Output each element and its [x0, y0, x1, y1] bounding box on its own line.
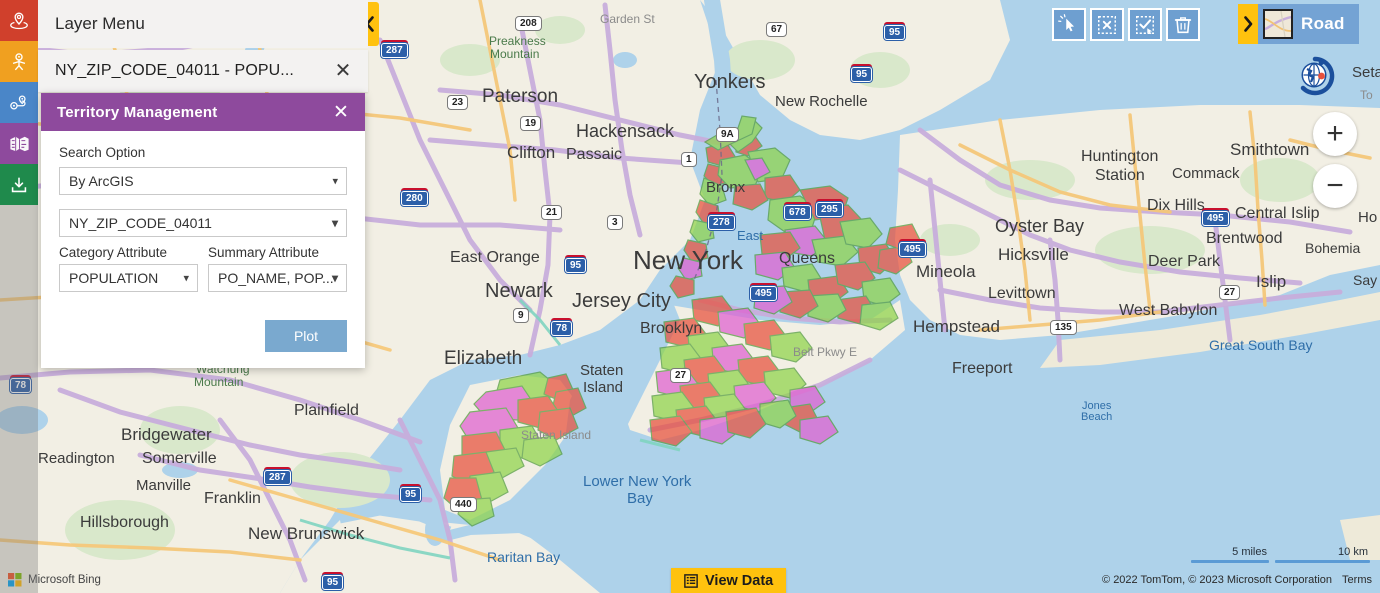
rail-item-location-pin[interactable]: [0, 0, 38, 41]
select-confirm-tool-button[interactable]: [1128, 8, 1162, 41]
territory-management-dialog: Territory Management ✕ Search Option By …: [41, 93, 365, 368]
tool-rail: [0, 0, 38, 593]
layer-item-close-icon[interactable]: ✕: [330, 58, 356, 84]
chevron-down-icon: ▾: [332, 175, 338, 188]
rail-item-territory[interactable]: [0, 123, 38, 164]
download-icon: [11, 177, 27, 192]
rail-background: [0, 205, 38, 593]
dataset-select[interactable]: NY_ZIP_CODE_04011 ▾: [59, 209, 347, 237]
view-data-label: View Data: [705, 572, 774, 589]
basemap-label: Road: [1301, 14, 1345, 33]
select-confirm-icon: [1136, 15, 1154, 34]
map-application: Preakness Mountain Yonkers New Rochelle Pate…: [0, 0, 1380, 593]
basemap-preview-icon: [1265, 11, 1291, 37]
map-tool-group: [1052, 8, 1200, 41]
select-click-tool-button[interactable]: [1052, 8, 1086, 41]
chevron-down-icon: ▾: [331, 271, 338, 285]
chevron-right-icon: [1244, 16, 1253, 32]
category-attribute-value: POPULATION: [69, 270, 159, 286]
map-pin-icon: [10, 12, 28, 29]
terms-link[interactable]: Terms: [1342, 574, 1372, 586]
scale-miles-bar: [1191, 560, 1269, 563]
plot-button[interactable]: Plot: [265, 320, 347, 352]
rail-item-routing[interactable]: [0, 82, 38, 123]
scale-km-bar: [1275, 560, 1370, 563]
basemap-thumbnail: [1263, 9, 1293, 39]
layer-item-label: NY_ZIP_CODE_04011 - POPU...: [55, 62, 294, 79]
territory-dialog-body: Search Option By ArcGIS ▾ NY_ZIP_CODE_04…: [41, 131, 365, 306]
scale-miles-label: 5 miles: [1232, 546, 1267, 558]
zoom-out-button[interactable]: −: [1313, 164, 1357, 208]
territory-dialog-close-icon[interactable]: ✕: [327, 98, 355, 126]
category-attribute-label: Category Attribute: [59, 245, 168, 260]
summary-attribute-label: Summary Attribute: [208, 245, 320, 260]
layer-menu-header: Layer Menu: [38, 0, 368, 48]
territory-dialog-title: Territory Management: [57, 103, 218, 121]
dataset-value: NY_ZIP_CODE_04011: [69, 215, 212, 231]
clear-selection-tool-button[interactable]: [1090, 8, 1124, 41]
rail-item-download[interactable]: [0, 164, 38, 205]
basemap-expand-icon[interactable]: [1238, 4, 1258, 44]
scale-km: 10 km: [1275, 546, 1370, 563]
rail-item-customer[interactable]: [0, 41, 38, 82]
search-option-value: By ArcGIS: [69, 173, 134, 189]
delete-tool-button[interactable]: [1166, 8, 1200, 41]
search-option-label: Search Option: [59, 145, 146, 160]
category-attribute-group: Category Attribute POPULATION ▾: [59, 245, 198, 292]
person-icon: [12, 52, 26, 70]
attribution-text: © 2022 TomTom, © 2023 Microsoft Corporat…: [1102, 574, 1333, 586]
zoom-in-label: +: [1326, 117, 1344, 150]
map-attribution: © 2022 TomTom, © 2023 Microsoft Corporat…: [1102, 574, 1372, 586]
layer-menu-panel: Layer Menu NY_ZIP_CODE_04011 - POPU... ✕: [38, 0, 368, 92]
bing-label: Microsoft Bing: [28, 574, 101, 586]
reset-view-button[interactable]: [1294, 55, 1336, 97]
search-option-select[interactable]: By ArcGIS ▾: [59, 167, 347, 195]
select-click-icon: [1058, 13, 1075, 31]
scale-bar: 5 miles 10 km: [1191, 546, 1370, 563]
territory-dialog-footer: Plot: [41, 306, 365, 368]
zoom-out-label: −: [1326, 169, 1344, 202]
scale-km-label: 10 km: [1338, 546, 1368, 558]
delete-icon: [1174, 16, 1192, 33]
globe-reset-icon: [1300, 56, 1335, 96]
table-icon: [684, 573, 698, 588]
territory-dialog-header: Territory Management ✕: [41, 93, 365, 131]
view-data-button[interactable]: View Data: [671, 568, 787, 593]
category-attribute-select[interactable]: POPULATION ▾: [59, 264, 198, 292]
basemap-selector[interactable]: Road: [1238, 4, 1359, 44]
chevron-down-icon: ▾: [183, 272, 189, 285]
summary-attribute-group: Summary Attribute PO_NAME, POP... ▾: [208, 245, 347, 292]
clear-selection-icon: [1098, 15, 1116, 34]
layer-list-item[interactable]: NY_ZIP_CODE_04011 - POPU... ✕: [38, 50, 368, 92]
scale-miles: 5 miles: [1191, 546, 1269, 563]
territory-map-icon: [9, 136, 29, 152]
layer-menu-title: Layer Menu: [55, 14, 145, 33]
zoom-in-button[interactable]: +: [1313, 112, 1357, 156]
summary-attribute-value: PO_NAME, POP...: [218, 270, 334, 286]
chevron-down-icon: ▾: [331, 216, 338, 230]
route-icon: [10, 94, 26, 110]
summary-attribute-select[interactable]: PO_NAME, POP... ▾: [208, 264, 347, 292]
